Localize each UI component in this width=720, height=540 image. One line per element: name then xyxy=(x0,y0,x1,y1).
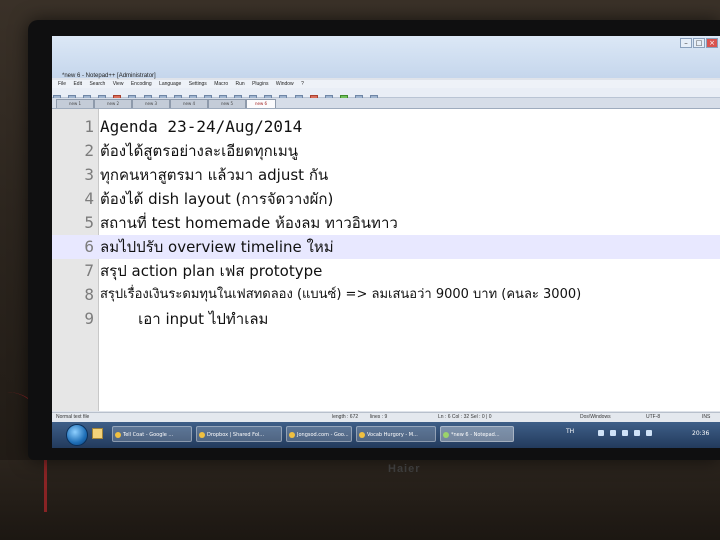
menu-language[interactable]: Language xyxy=(159,81,181,87)
app-icon xyxy=(359,432,365,438)
close-button[interactable]: × xyxy=(706,38,718,48)
editor-line[interactable]: 4 ต้องได้ dish layout (การจัดวางผัก) xyxy=(52,187,720,211)
status-lines: lines : 9 xyxy=(370,414,388,420)
taskbar-item[interactable]: Dropbox | Shared Fol... xyxy=(196,426,282,442)
language-indicator[interactable]: TH xyxy=(566,428,574,435)
line-text[interactable]: สถานที่ test homemade ห้องลม ทาวอินทาว xyxy=(100,211,398,235)
line-text[interactable]: ต้องได้สูตรอย่างละเอียดทุกเมนู xyxy=(100,139,298,163)
notepad-plus-plus-icon xyxy=(443,432,449,438)
line-number: 8 xyxy=(84,285,94,304)
taskbar-item[interactable]: Tell Coat - Google ... xyxy=(112,426,192,442)
monitor-brand-logo: Haier xyxy=(388,463,421,475)
menu-search[interactable]: Search xyxy=(89,81,105,87)
line-text[interactable]: ต้องได้ dish layout (การจัดวางผัก) xyxy=(100,187,333,211)
editor-line[interactable]: 2 ต้องได้สูตรอย่างละเอียดทุกเมนู xyxy=(52,139,720,163)
tray-icon[interactable] xyxy=(634,430,640,436)
tab-new-4[interactable]: new 4 xyxy=(170,99,208,108)
editor-line[interactable]: 8 สรุปเรื่องเงินระดมทุนในเฟสทดลอง (แบนซ์… xyxy=(52,283,720,307)
maximize-button[interactable]: □ xyxy=(693,38,705,48)
taskbar-item[interactable]: Vocab Hurgory - M... xyxy=(356,426,436,442)
status-position: Ln : 6 Col : 32 Sel : 0 | 0 xyxy=(438,414,492,420)
editor-line[interactable]: 7 สรุป action plan เฟส prototype xyxy=(52,259,720,283)
window-title: *new 6 - Notepad++ [Administrator] xyxy=(62,73,156,79)
line-number: 5 xyxy=(84,213,94,232)
tab-bar: new 1 new 2 new 3 new 4 new 5 new 6 xyxy=(52,98,720,109)
start-button-icon[interactable] xyxy=(66,424,88,446)
editor-line[interactable]: 1 Agenda 23-24/Aug/2014 xyxy=(52,115,720,139)
line-number: 3 xyxy=(84,165,94,184)
line-text[interactable]: Agenda 23-24/Aug/2014 xyxy=(100,115,302,139)
menu-edit[interactable]: Edit xyxy=(73,81,82,87)
menu-view[interactable]: View xyxy=(113,81,124,87)
tray-icon[interactable] xyxy=(598,430,604,436)
chrome-icon xyxy=(289,432,295,438)
line-text[interactable]: เอา input ไปทำเลม xyxy=(100,307,268,331)
tab-new-2[interactable]: new 2 xyxy=(94,99,132,108)
minimize-button[interactable]: – xyxy=(680,38,692,48)
menu-file[interactable]: File xyxy=(58,81,66,87)
chrome-icon xyxy=(115,432,121,438)
menu-bar: File Edit Search View Encoding Language … xyxy=(52,80,720,88)
editor-line[interactable]: 9 เอา input ไปทำเลม xyxy=(52,307,720,331)
status-file-type: Normal text file xyxy=(56,414,90,420)
line-text[interactable]: สรุปเรื่องเงินระดมทุนในเฟสทดลอง (แบนซ์) … xyxy=(100,283,581,307)
menu-run[interactable]: Run xyxy=(236,81,245,87)
editor-line-current[interactable]: 6 ลมไปปรับ overview timeline ใหม่ xyxy=(52,235,720,259)
status-bar: Normal text file length : 672 lines : 9 … xyxy=(52,412,720,422)
line-number: 4 xyxy=(84,189,94,208)
taskbar: Tell Coat - Google ... Dropbox | Shared … xyxy=(52,422,720,448)
line-number: 1 xyxy=(84,117,94,136)
title-bar: *new 6 - Notepad++ [Administrator] – □ × xyxy=(52,36,720,79)
line-text[interactable]: ลมไปปรับ overview timeline ใหม่ xyxy=(100,235,334,259)
tab-new-3[interactable]: new 3 xyxy=(132,99,170,108)
status-eol: Dos\Windows xyxy=(580,414,611,420)
chrome-icon xyxy=(199,432,205,438)
line-text[interactable]: สรุป action plan เฟส prototype xyxy=(100,259,322,283)
taskbar-clock[interactable]: 20:36 xyxy=(692,430,709,437)
taskbar-item-active[interactable]: *new 6 - Notepad... xyxy=(440,426,514,442)
tab-new-1[interactable]: new 1 xyxy=(56,99,94,108)
screen: *new 6 - Notepad++ [Administrator] – □ ×… xyxy=(52,36,720,448)
status-length: length : 672 xyxy=(332,414,359,420)
line-number: 2 xyxy=(84,141,94,160)
tab-new-5[interactable]: new 5 xyxy=(208,99,246,108)
taskbar-item[interactable]: Jongsod.com - Goo... xyxy=(286,426,352,442)
editor-line[interactable]: 5 สถานที่ test homemade ห้องลม ทาวอินทาว xyxy=(52,211,720,235)
line-text[interactable]: ทุกคนหาสูตรมา แล้วมา adjust กัน xyxy=(100,163,328,187)
line-number: 6 xyxy=(84,237,94,256)
editor-line[interactable]: 3 ทุกคนหาสูตรมา แล้วมา adjust กัน xyxy=(52,163,720,187)
status-insert-mode: INS xyxy=(702,414,711,420)
desk-surface xyxy=(0,460,720,540)
volume-icon[interactable] xyxy=(646,430,652,436)
menu-window[interactable]: Window xyxy=(276,81,294,87)
network-icon[interactable] xyxy=(610,430,616,436)
status-encoding: UTF-8 xyxy=(646,414,661,420)
menu-help[interactable]: ? xyxy=(301,81,304,87)
tab-new-6[interactable]: new 6 xyxy=(246,99,276,108)
explorer-quicklaunch-icon[interactable] xyxy=(92,428,103,439)
menu-settings[interactable]: Settings xyxy=(189,81,207,87)
line-number: 9 xyxy=(84,309,94,328)
line-number: 7 xyxy=(84,261,94,280)
toolbar xyxy=(52,88,720,103)
text-editor[interactable]: 1 Agenda 23-24/Aug/2014 2 ต้องได้สูตรอย่… xyxy=(52,109,720,411)
tray-icon[interactable] xyxy=(622,430,628,436)
menu-macro[interactable]: Macro xyxy=(214,81,228,87)
menu-plugins[interactable]: Plugins xyxy=(252,81,268,87)
menu-encoding[interactable]: Encoding xyxy=(131,81,152,87)
